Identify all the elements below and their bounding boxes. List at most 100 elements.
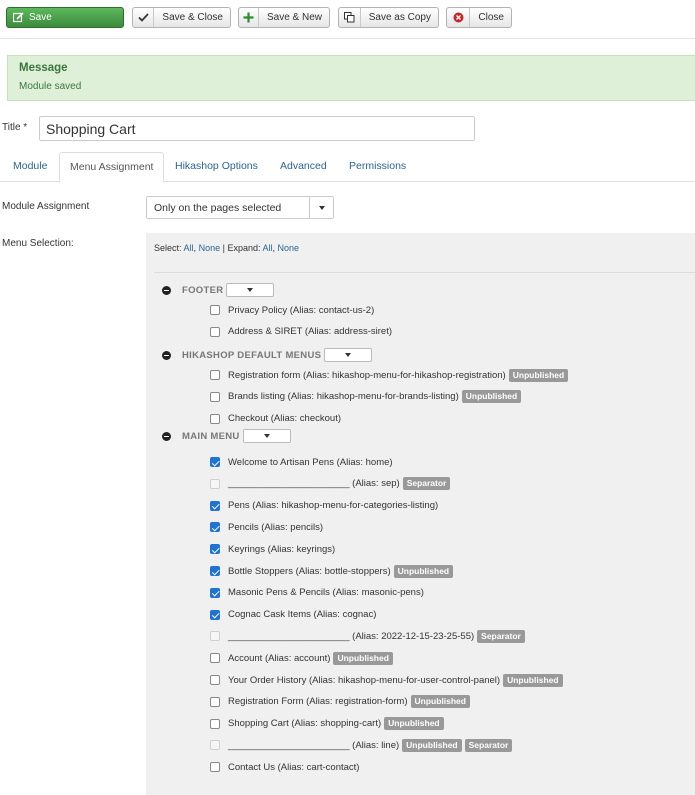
chevron-down-icon — [263, 434, 270, 438]
group-options-dropdown[interactable] — [242, 429, 291, 443]
menu-item-checkbox[interactable] — [210, 718, 220, 729]
save-close-button[interactable]: Save & Close — [132, 7, 231, 28]
menu-item-checkbox[interactable] — [210, 675, 220, 685]
menu-item: Contact Us (Alias: cart-contact) — [210, 760, 359, 774]
menu-item-checkbox[interactable] — [210, 566, 220, 576]
menu-item-checkbox[interactable] — [210, 609, 220, 620]
collapse-icon[interactable] — [162, 431, 171, 441]
expand-all-link[interactable]: All — [263, 243, 273, 253]
expand-prefix: | Expand: — [222, 243, 261, 253]
menu-item-label: Masonic Pens & Pencils (Alias: masonic-p… — [228, 587, 424, 599]
save-as-copy-button[interactable]: Save as Copy — [338, 7, 439, 28]
menu-item: Checkout (Alias: checkout) — [210, 412, 341, 426]
chevron-down-icon — [345, 353, 352, 357]
menu-item-checkbox[interactable] — [210, 500, 220, 511]
module-assignment-select[interactable]: Only on the pages selected — [146, 196, 334, 219]
tab-bar: Module Menu Assignment Hikashop Options … — [0, 152, 695, 183]
title-input[interactable] — [39, 116, 475, 141]
status-badge: Unpublished — [508, 368, 569, 382]
menu-item-label: Keyrings (Alias: keyrings) — [228, 543, 336, 555]
chevron-down-icon — [247, 288, 254, 292]
menu-item-label: Shopping Cart (Alias: shopping-cart) — [228, 718, 382, 730]
close-circle-icon — [447, 8, 471, 27]
menu-item-checkbox[interactable] — [210, 326, 220, 337]
menu-group-0: FOOTER — [162, 283, 275, 297]
status-badge: Separator — [464, 738, 513, 752]
menu-item: Bottle Stoppers (Alias: bottle-stoppers)… — [210, 564, 454, 578]
menu-item: Shopping Cart (Alias: shopping-cart) Unpu… — [210, 717, 444, 731]
menu-item-checkbox — [210, 631, 220, 642]
status-badge: Separator — [477, 629, 525, 643]
menu-group-name: MAIN MENU — [182, 430, 240, 442]
menu-item-label: Brands listing (Alias: hikashop-menu-for… — [228, 391, 459, 403]
status-badge: Unpublished — [393, 564, 454, 578]
menu-item: Your Order History (Alias: hikashop-menu… — [210, 673, 563, 687]
menu-item: _______________________ (Alias: sep) Sepa… — [210, 477, 451, 491]
menu-item: Cognac Cask Items (Alias: cognac) — [210, 608, 376, 622]
menu-item: Welcome to Artisan Pens (Alias: home) — [210, 455, 393, 469]
menu-item-checkbox[interactable] — [210, 696, 220, 707]
menu-group-2: MAIN MENU — [162, 429, 291, 443]
menu-item: Account (Alias: account) Unpublished — [210, 651, 393, 665]
menu-item-checkbox[interactable] — [210, 653, 220, 664]
menu-item-checkbox[interactable] — [210, 522, 220, 533]
menu-item-checkbox — [210, 740, 220, 751]
menu-item-label: Privacy Policy (Alias: contact-us-2) — [228, 304, 375, 316]
select-prefix: Select: — [154, 243, 182, 253]
save-new-label: Save & New — [266, 12, 322, 23]
menu-item: Address & SIRET (Alias: address-siret) — [210, 325, 392, 339]
menu-item-label: _______________________ (Alias: 2022-12-… — [228, 630, 475, 642]
group-options-dropdown[interactable] — [324, 348, 373, 362]
menu-item-checkbox[interactable] — [210, 305, 220, 315]
copy-icon — [339, 8, 361, 27]
status-badge: Unpublished — [503, 673, 563, 687]
menu-item-checkbox[interactable] — [210, 391, 220, 402]
close-button[interactable]: Close — [446, 7, 512, 28]
tab-advanced[interactable]: Advanced — [270, 152, 337, 182]
menu-item: Brands listing (Alias: hikashop-menu-for… — [210, 390, 522, 404]
tab-hikashop-options[interactable]: Hikashop Options — [165, 152, 268, 182]
save-as-copy-label: Save as Copy — [368, 12, 431, 23]
menu-item-checkbox[interactable] — [210, 762, 220, 773]
success-message: Message Module saved — [7, 55, 695, 101]
menu-item-checkbox[interactable] — [210, 544, 220, 555]
select-all-link[interactable]: All — [184, 243, 194, 253]
tab-permissions[interactable]: Permissions — [339, 152, 416, 182]
menu-item: Masonic Pens & Pencils (Alias: masonic-p… — [210, 586, 424, 600]
menu-item-label: Registration Form (Alias: registration-f… — [228, 696, 408, 708]
close-label: Close — [478, 12, 504, 23]
menu-group-1: HIKASHOP DEFAULT MENUS — [162, 348, 373, 362]
divider — [154, 272, 695, 273]
group-options-dropdown[interactable] — [226, 283, 275, 297]
expand-none-link[interactable]: None — [278, 243, 300, 253]
save-label: Save — [29, 12, 52, 23]
check-icon — [133, 8, 155, 27]
menu-item-checkbox[interactable] — [210, 413, 220, 424]
save-new-button[interactable]: Save & New — [238, 7, 330, 28]
menu-item-label: Registration form (Alias: hikashop-menu-… — [228, 369, 506, 381]
menu-item-checkbox[interactable] — [210, 587, 220, 598]
menu-item-label: Account (Alias: account) — [228, 652, 331, 664]
menu-group-name: HIKASHOP DEFAULT MENUS — [182, 349, 322, 361]
message-title: Message — [19, 62, 68, 74]
menu-selection-panel: Select: All, None | Expand: All, None FO… — [146, 233, 695, 795]
status-badge: Unpublished — [333, 651, 393, 665]
tab-module[interactable]: Module — [3, 152, 57, 182]
status-badge: Separator — [402, 477, 451, 491]
collapse-icon[interactable] — [162, 350, 171, 360]
menu-item-checkbox[interactable] — [210, 370, 220, 380]
menu-item: Privacy Policy (Alias: contact-us-2) — [210, 303, 374, 317]
tab-menu-assignment[interactable]: Menu Assignment — [59, 152, 165, 183]
collapse-icon[interactable] — [162, 285, 171, 295]
menu-item: _______________________ (Alias: 2022-12-… — [210, 629, 525, 643]
edit-icon — [7, 8, 29, 27]
plus-icon — [239, 8, 259, 27]
menu-item-checkbox[interactable] — [210, 457, 220, 467]
menu-item: Pens (Alias: hikashop-menu-for-categorie… — [210, 499, 438, 513]
chevron-down-icon — [309, 197, 333, 218]
module-assignment-value: Only on the pages selected — [154, 201, 282, 214]
message-text: Module saved — [19, 81, 82, 92]
save-button[interactable]: Save — [6, 7, 124, 28]
select-none-link[interactable]: None — [199, 243, 221, 253]
menu-item-label: _______________________ (Alias: line) — [228, 739, 400, 751]
